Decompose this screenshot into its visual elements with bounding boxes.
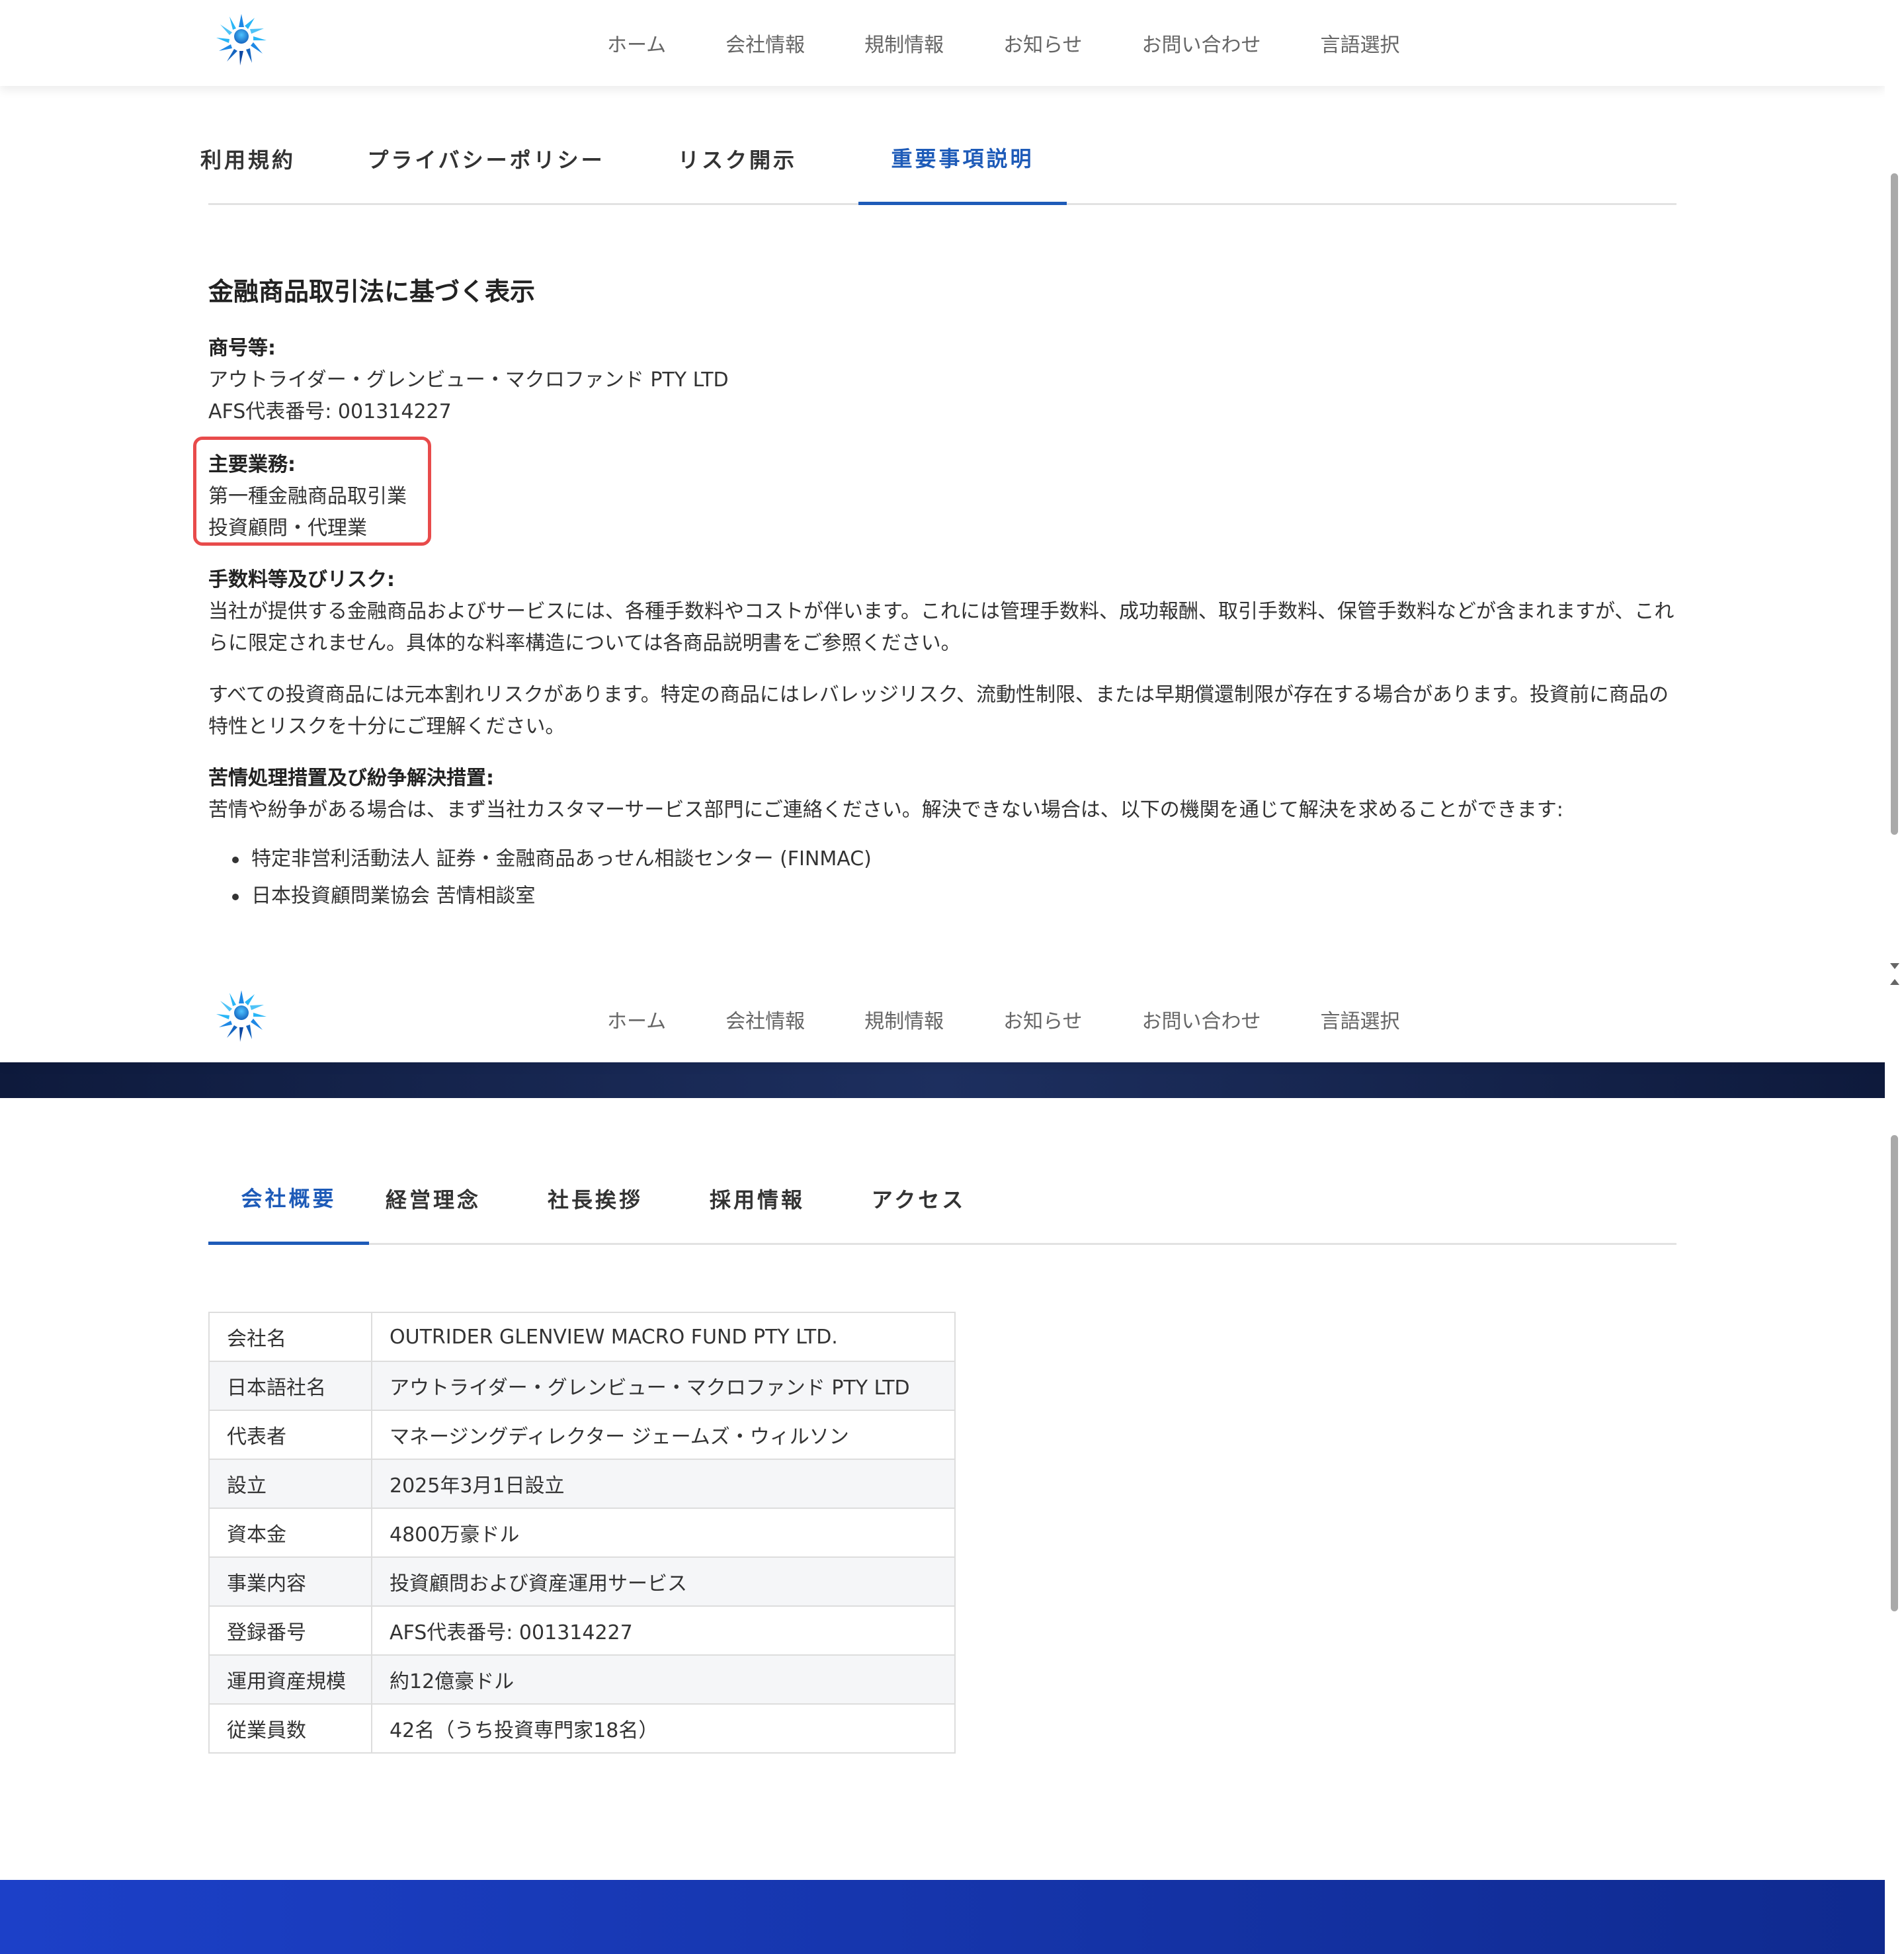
list-item: 特定非営利活動法人 証券・金融商品あっせん相談センター (FINMAC) — [208, 841, 1676, 878]
scrollbar-top-pane[interactable] — [1885, 0, 1904, 976]
company-tabs: 会社概要 経営理念 社長挨拶 採用情報 アクセス — [208, 1152, 1676, 1245]
nav-home[interactable]: ホーム — [607, 1005, 666, 1034]
table-key: 代表者 — [208, 1410, 372, 1460]
tab-important-matters[interactable]: 重要事項説明 — [858, 112, 1067, 205]
nav-regulatory[interactable]: 規制情報 — [864, 1005, 944, 1034]
table-value: アウトライダー・グレンビュー・マクロファンド PTY LTD — [371, 1361, 956, 1411]
table-key: 設立 — [208, 1459, 372, 1509]
scrollbar-bottom-pane[interactable] — [1885, 976, 1904, 1954]
legal-pane: ホーム 会社情報 規制情報 お知らせ お問い合わせ 言語選択 利用規約 プライバ… — [0, 0, 1885, 976]
table-value: 42名（うち投資専門家18名） — [371, 1703, 956, 1754]
important-matters-content: 金融商品取引法に基づく表示 商号等: アウトライダー・グレンビュー・マクロファン… — [208, 271, 1676, 915]
scrollbar-thumb[interactable] — [1891, 173, 1898, 835]
legal-tabs: 利用規約 プライバシーポリシー リスク開示 重要事項説明 — [200, 112, 1676, 205]
risk-text: すべての投資商品には元本割れリスクがあります。特定の商品にはレバレッジリスク、流… — [208, 683, 1669, 738]
nav-language[interactable]: 言語選択 — [1321, 1005, 1400, 1034]
table-row: 日本語社名 アウトライダー・グレンビュー・マクロファンド PTY LTD — [208, 1361, 956, 1411]
nav-language[interactable]: 言語選択 — [1321, 28, 1400, 58]
nav-contact[interactable]: お問い合わせ — [1142, 1005, 1261, 1034]
table-key: 資本金 — [208, 1508, 372, 1558]
tab-privacy[interactable]: プライバシーポリシー — [367, 112, 602, 205]
table-value: AFS代表番号: 001314227 — [371, 1605, 956, 1656]
table-row: 代表者 マネージングディレクター ジェームズ・ウィルソン — [208, 1410, 956, 1460]
company-pane: ホーム 会社情報 規制情報 お知らせ お問い合わせ 言語選択 会社概要 経営理念… — [0, 976, 1885, 1954]
table-row: 従業員数 42名（うち投資専門家18名） — [208, 1703, 956, 1754]
complaints-text: 苦情や紛争がある場合は、まず当社カスタマーサービス部門にご連絡ください。解決でき… — [208, 798, 1563, 822]
site-header: ホーム 会社情報 規制情報 お知らせ お問い合わせ 言語選択 — [0, 976, 1885, 1062]
table-row: 資本金 4800万豪ドル — [208, 1508, 956, 1558]
footer-band — [0, 1880, 1885, 1954]
tab-philosophy[interactable]: 経営理念 — [380, 1152, 486, 1245]
nav-company[interactable]: 会社情報 — [725, 1005, 805, 1034]
main-nav: ホーム 会社情報 規制情報 お知らせ お問い合わせ 言語選択 — [607, 976, 1460, 1062]
main-business-highlight-box — [193, 437, 431, 546]
table-row: 会社名 OUTRIDER GLENVIEW MACRO FUND PTY LTD. — [208, 1312, 956, 1362]
table-row: 事業内容 投資顧問および資産運用サービス — [208, 1556, 956, 1607]
nav-contact[interactable]: お問い合わせ — [1142, 28, 1261, 58]
site-header: ホーム 会社情報 規制情報 お知らせ お問い合わせ 言語選択 — [0, 0, 1885, 86]
table-key: 従業員数 — [208, 1703, 372, 1754]
table-value: OUTRIDER GLENVIEW MACRO FUND PTY LTD. — [371, 1312, 956, 1362]
section-heading: 金融商品取引法に基づく表示 — [208, 277, 536, 306]
afs-number: AFS代表番号: 001314227 — [208, 400, 452, 423]
hero-banner — [0, 1062, 1885, 1098]
nav-news[interactable]: お知らせ — [1003, 28, 1082, 58]
scroll-up-arrow-icon[interactable] — [1890, 979, 1899, 985]
fees-text: 当社が提供する金融商品およびサービスには、各種手数料やコストが伴います。これには… — [208, 600, 1675, 655]
company-info-table: 会社名 OUTRIDER GLENVIEW MACRO FUND PTY LTD.… — [208, 1312, 956, 1754]
list-item: 日本投資顧問業協会 苦情相談室 — [208, 878, 1676, 915]
trade-name-label: 商号等: — [208, 337, 276, 360]
table-value: マネージングディレクター ジェームズ・ウィルソン — [371, 1410, 956, 1460]
table-row: 運用資産規模 約12億豪ドル — [208, 1654, 956, 1705]
table-row: 設立 2025年3月1日設立 — [208, 1459, 956, 1509]
table-value: 投資顧問および資産運用サービス — [371, 1556, 956, 1607]
tab-recruitment[interactable]: 採用情報 — [704, 1152, 810, 1245]
main-nav: ホーム 会社情報 規制情報 お知らせ お問い合わせ 言語選択 — [607, 0, 1460, 86]
table-value: 2025年3月1日設立 — [371, 1459, 956, 1509]
tab-terms[interactable]: 利用規約 — [200, 112, 293, 205]
nav-regulatory[interactable]: 規制情報 — [864, 28, 944, 58]
organization-list: 特定非営利活動法人 証券・金融商品あっせん相談センター (FINMAC) 日本投… — [208, 841, 1676, 915]
table-key: 事業内容 — [208, 1556, 372, 1607]
table-key: 運用資産規模 — [208, 1654, 372, 1705]
table-row: 登録番号 AFS代表番号: 001314227 — [208, 1605, 956, 1656]
fees-label: 手数料等及びリスク: — [208, 568, 395, 591]
tab-ceo-message[interactable]: 社長挨拶 — [542, 1152, 648, 1245]
trade-name: アウトライダー・グレンビュー・マクロファンド PTY LTD — [208, 368, 729, 392]
company-logo-icon[interactable] — [214, 11, 269, 67]
nav-company[interactable]: 会社情報 — [725, 28, 805, 58]
table-value: 約12億豪ドル — [371, 1654, 956, 1705]
scrollbar-thumb[interactable] — [1891, 1135, 1898, 1611]
tab-access[interactable]: アクセス — [866, 1152, 972, 1245]
table-key: 登録番号 — [208, 1605, 372, 1656]
complaints-label: 苦情処理措置及び紛争解決措置: — [208, 767, 494, 790]
nav-news[interactable]: お知らせ — [1003, 1005, 1082, 1034]
scroll-down-arrow-icon[interactable] — [1890, 963, 1899, 969]
table-value: 4800万豪ドル — [371, 1508, 956, 1558]
table-key: 日本語社名 — [208, 1361, 372, 1411]
table-key: 会社名 — [208, 1312, 372, 1362]
company-logo-icon[interactable] — [214, 988, 269, 1043]
tab-risk[interactable]: リスク開示 — [678, 112, 794, 205]
nav-home[interactable]: ホーム — [607, 28, 666, 58]
tab-company-overview[interactable]: 会社概要 — [208, 1152, 369, 1245]
